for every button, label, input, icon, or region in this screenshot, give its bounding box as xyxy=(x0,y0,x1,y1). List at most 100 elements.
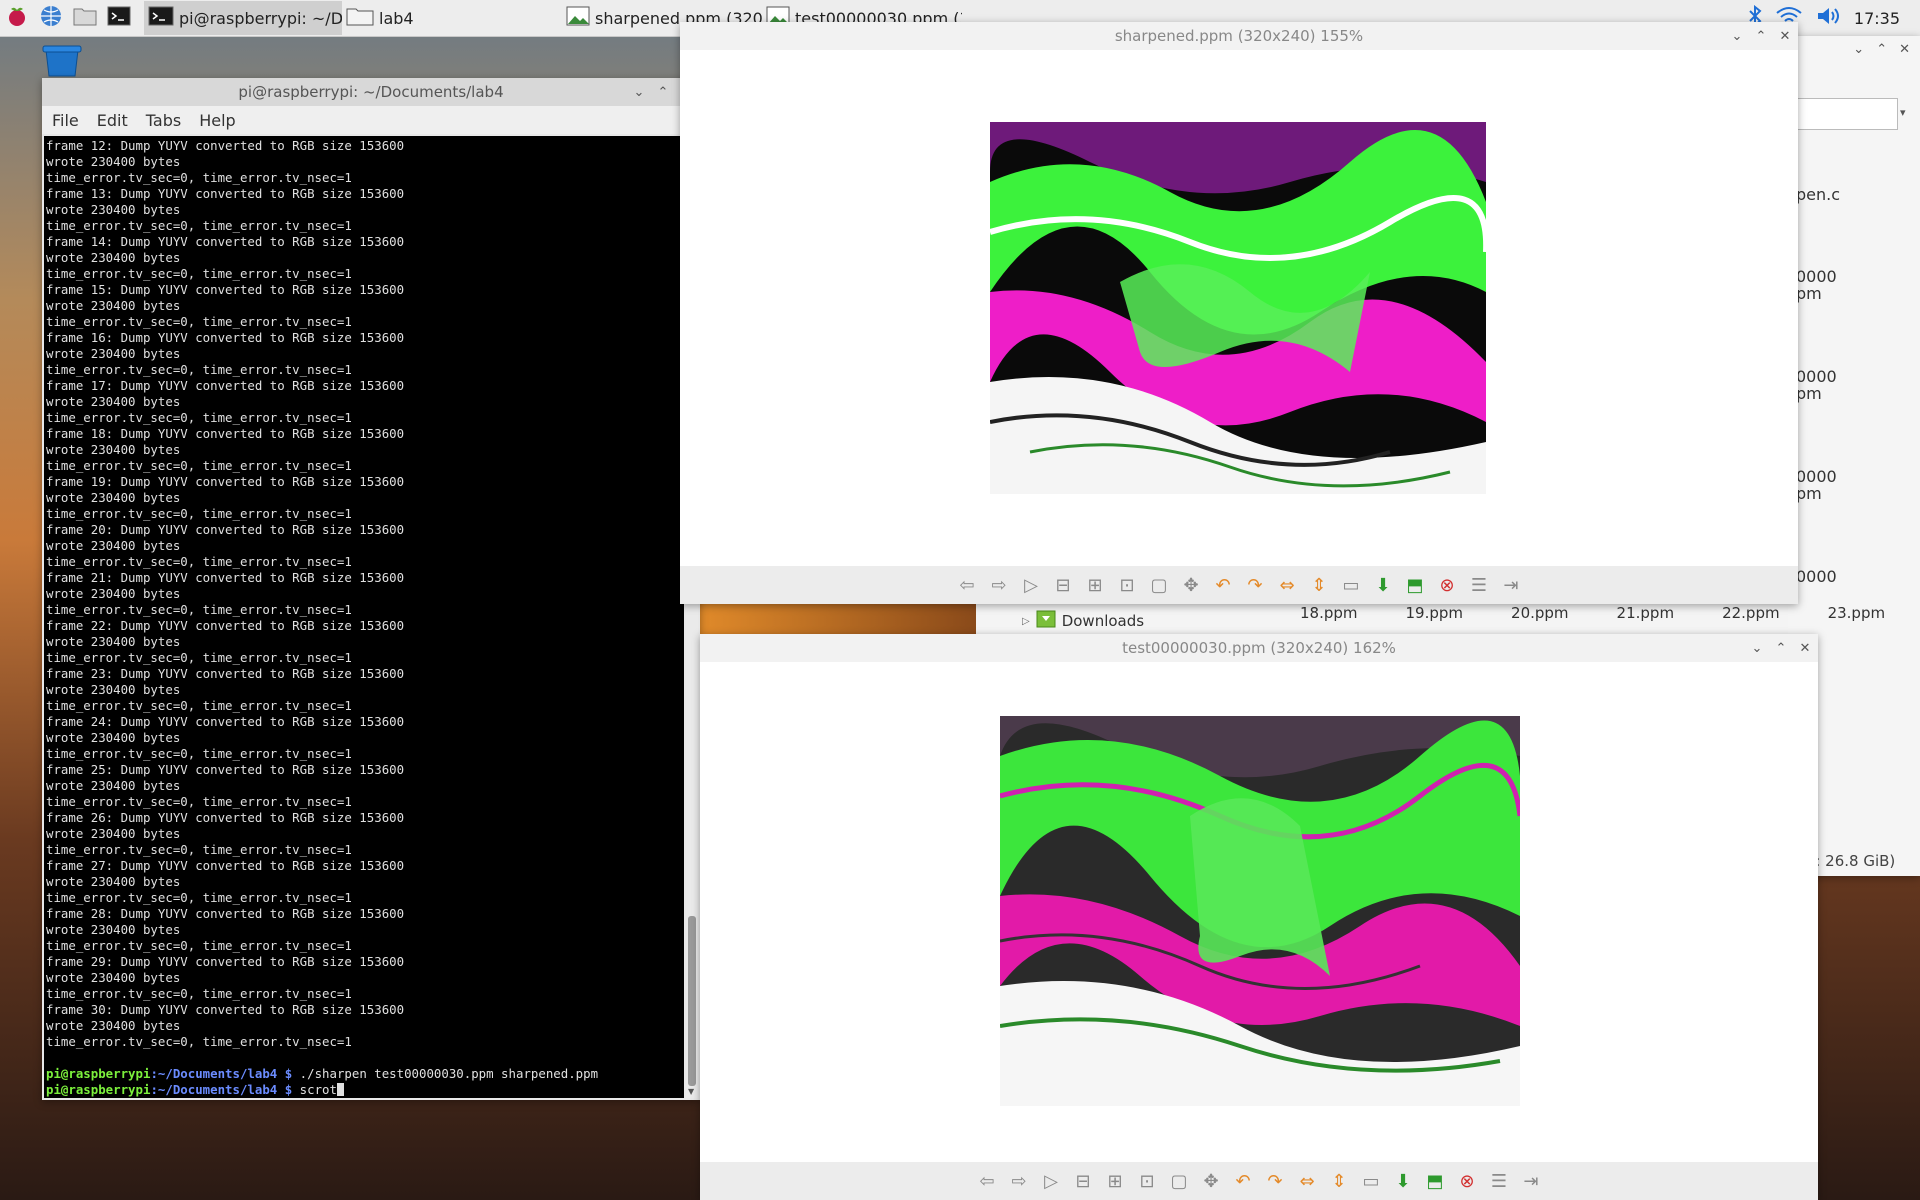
zoom-in-icon[interactable]: ⊞ xyxy=(1102,1168,1128,1194)
task-lab4[interactable]: lab4 xyxy=(342,1,542,35)
zoom-out-icon[interactable]: ⊟ xyxy=(1050,572,1076,598)
terminal-line: frame 13: Dump YUYV converted to RGB siz… xyxy=(46,186,405,201)
save-icon[interactable]: ⬇ xyxy=(1390,1168,1416,1194)
path-dropdown-icon[interactable]: ▾ xyxy=(1900,106,1906,119)
terminal-line: wrote 230400 bytes xyxy=(46,682,181,697)
delete-icon[interactable]: ⊗ xyxy=(1434,572,1460,598)
terminal-titlebar[interactable]: pi@raspberrypi: ~/Documents/lab4 ⌄ ⌃ ✕ xyxy=(42,78,700,106)
play-icon[interactable]: ▷ xyxy=(1038,1168,1064,1194)
terminal-line: time_error.tv_sec=0, time_error.tv_nsec=… xyxy=(46,506,352,521)
save-icon[interactable]: ⬇ xyxy=(1370,572,1396,598)
file-label[interactable]: pm xyxy=(1796,485,1840,502)
terminal-line: time_error.tv_sec=0, time_error.tv_nsec=… xyxy=(46,986,352,1001)
save-as-icon[interactable]: ⬒ xyxy=(1402,572,1428,598)
flip-horizontal-icon[interactable]: ⇔ xyxy=(1294,1168,1320,1194)
flip-vertical-icon[interactable]: ⇕ xyxy=(1326,1168,1352,1194)
file-label[interactable]: 20.ppm xyxy=(1511,604,1569,622)
raspberry-menu-button[interactable] xyxy=(0,1,34,35)
file-label[interactable]: 0000 xyxy=(1796,368,1840,385)
file-label[interactable]: pm xyxy=(1796,285,1840,302)
quit-icon[interactable]: ⇥ xyxy=(1498,572,1524,598)
flip-horizontal-icon[interactable]: ⇔ xyxy=(1274,572,1300,598)
delete-icon[interactable]: ⊗ xyxy=(1454,1168,1480,1194)
maximize-icon[interactable]: ⌃ xyxy=(656,85,670,100)
file-manager-launcher[interactable] xyxy=(68,1,102,35)
image-icon xyxy=(566,5,590,31)
preferences-icon[interactable]: ☰ xyxy=(1466,572,1492,598)
file-label[interactable]: pen.c xyxy=(1796,186,1840,204)
minimize-icon[interactable]: ⌄ xyxy=(1730,29,1744,44)
previous-icon[interactable]: ⇦ xyxy=(954,572,980,598)
zoom-in-icon[interactable]: ⊞ xyxy=(1082,572,1108,598)
rotate-left-icon[interactable]: ↶ xyxy=(1210,572,1236,598)
file-label[interactable]: 0000 xyxy=(1796,568,1840,585)
file-label[interactable]: 22.ppm xyxy=(1722,604,1780,622)
image-canvas[interactable] xyxy=(700,662,1818,1162)
maximize-icon[interactable]: ⌃ xyxy=(1774,641,1788,656)
close-icon[interactable]: ✕ xyxy=(1778,29,1792,44)
sharpened-image xyxy=(990,122,1486,494)
close-icon[interactable]: ✕ xyxy=(1899,42,1910,72)
terminal-line: time_error.tv_sec=0, time_error.tv_nsec=… xyxy=(46,698,352,713)
prompt-command: scrot xyxy=(292,1082,337,1097)
terminal-icon xyxy=(148,5,174,31)
sidebar-item-downloads[interactable]: ▷ Downloads xyxy=(1022,610,1144,632)
trash-desktop-icon[interactable] xyxy=(40,44,84,82)
file-label[interactable]: 21.ppm xyxy=(1617,604,1675,622)
close-icon[interactable]: ✕ xyxy=(1798,641,1812,656)
file-label[interactable]: pm xyxy=(1796,385,1840,402)
viewer-titlebar[interactable]: sharpened.ppm (320x240) 155% ⌄ ⌃ ✕ xyxy=(680,22,1798,50)
minimize-icon[interactable]: ⌄ xyxy=(632,85,646,100)
image-canvas[interactable] xyxy=(680,50,1798,566)
maximize-icon[interactable]: ⌃ xyxy=(1876,42,1887,72)
file-grid-labels: 18.ppm 19.ppm 20.ppm 21.ppm 22.ppm 23.pp… xyxy=(1300,604,1885,622)
previous-icon[interactable]: ⇦ xyxy=(974,1168,1000,1194)
file-label[interactable]: 19.ppm xyxy=(1406,604,1464,622)
rotate-right-icon[interactable]: ↷ xyxy=(1262,1168,1288,1194)
open-icon[interactable]: ▭ xyxy=(1358,1168,1384,1194)
file-label[interactable]: 0000 xyxy=(1796,268,1840,285)
minimize-icon[interactable]: ⌄ xyxy=(1853,42,1864,72)
window-title: test00000030.ppm (320x240) 162% xyxy=(1122,639,1396,657)
preferences-icon[interactable]: ☰ xyxy=(1486,1168,1512,1194)
file-label[interactable]: 23.ppm xyxy=(1828,604,1886,622)
scroll-down-icon[interactable]: ▼ xyxy=(688,1087,694,1096)
minimize-icon[interactable]: ⌄ xyxy=(1750,641,1764,656)
clock[interactable]: 17:35 xyxy=(1854,9,1900,28)
open-icon[interactable]: ▭ xyxy=(1338,572,1364,598)
menu-help[interactable]: Help xyxy=(199,111,235,130)
file-label[interactable]: 0000 xyxy=(1796,468,1840,485)
next-icon[interactable]: ⇨ xyxy=(986,572,1012,598)
next-icon[interactable]: ⇨ xyxy=(1006,1168,1032,1194)
menu-file[interactable]: File xyxy=(52,111,79,130)
task-terminal[interactable]: pi@raspberrypi: ~/Do... xyxy=(144,1,342,35)
save-as-icon[interactable]: ⬒ xyxy=(1422,1168,1448,1194)
zoom-out-icon[interactable]: ⊟ xyxy=(1070,1168,1096,1194)
terminal-line: time_error.tv_sec=0, time_error.tv_nsec=… xyxy=(46,362,352,377)
terminal-line: wrote 230400 bytes xyxy=(46,826,181,841)
volume-icon[interactable] xyxy=(1816,6,1840,30)
flip-vertical-icon[interactable]: ⇕ xyxy=(1306,572,1332,598)
quit-icon[interactable]: ⇥ xyxy=(1518,1168,1544,1194)
play-icon[interactable]: ▷ xyxy=(1018,572,1044,598)
terminal-launcher[interactable] xyxy=(102,1,136,35)
fullscreen-icon[interactable]: ✥ xyxy=(1178,572,1204,598)
fullscreen-icon[interactable]: ✥ xyxy=(1198,1168,1224,1194)
viewer-titlebar[interactable]: test00000030.ppm (320x240) 162% ⌄ ⌃ ✕ xyxy=(700,634,1818,662)
terminal-line: wrote 230400 bytes xyxy=(46,298,181,313)
fit-icon[interactable]: ⊡ xyxy=(1114,572,1140,598)
file-label[interactable]: 18.ppm xyxy=(1300,604,1358,622)
terminal-output[interactable]: frame 12: Dump YUYV converted to RGB siz… xyxy=(44,136,684,1098)
maximize-icon[interactable]: ⌃ xyxy=(1754,29,1768,44)
browser-launcher[interactable] xyxy=(34,1,68,35)
menu-edit[interactable]: Edit xyxy=(97,111,128,130)
path-entry[interactable] xyxy=(1796,98,1898,130)
original-size-icon[interactable]: ▢ xyxy=(1146,572,1172,598)
fit-icon[interactable]: ⊡ xyxy=(1134,1168,1160,1194)
rotate-left-icon[interactable]: ↶ xyxy=(1230,1168,1256,1194)
folder-icon xyxy=(346,5,374,31)
scrollbar-thumb[interactable] xyxy=(688,916,696,1086)
rotate-right-icon[interactable]: ↷ xyxy=(1242,572,1268,598)
original-size-icon[interactable]: ▢ xyxy=(1166,1168,1192,1194)
menu-tabs[interactable]: Tabs xyxy=(146,111,181,130)
